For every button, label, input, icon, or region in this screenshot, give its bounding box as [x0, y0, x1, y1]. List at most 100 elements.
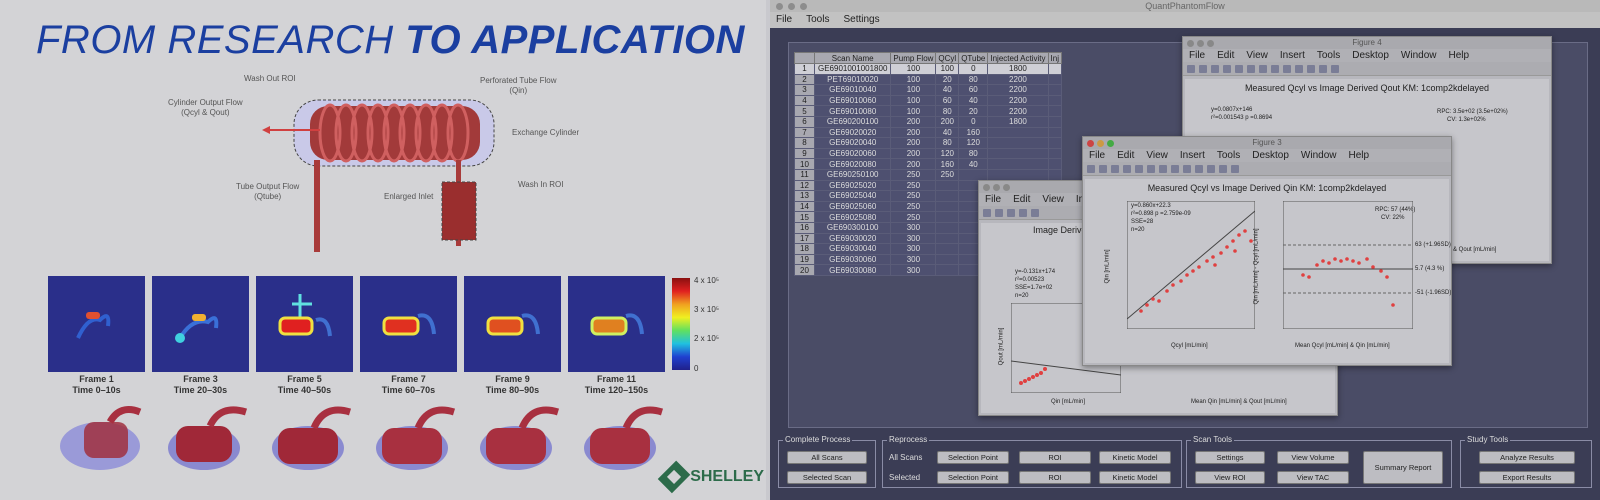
- view-roi-button[interactable]: View ROI: [1195, 471, 1265, 484]
- legend-icon[interactable]: [1231, 164, 1239, 173]
- table-cell[interactable]: [935, 200, 960, 213]
- table-cell[interactable]: PET69010020: [813, 73, 892, 86]
- table-cell[interactable]: 120: [935, 147, 960, 160]
- table-cell[interactable]: GE69020060: [813, 147, 892, 160]
- reprocess-all-roi-button[interactable]: ROI: [1019, 451, 1091, 464]
- fig4-menu-item[interactable]: File: [1189, 49, 1205, 62]
- zoom-out-icon[interactable]: [1159, 164, 1167, 173]
- menu-settings[interactable]: Settings: [843, 12, 879, 28]
- pan-icon[interactable]: [1271, 64, 1279, 73]
- table-cell[interactable]: GE69030060: [813, 253, 892, 266]
- table-cell[interactable]: 2200: [987, 84, 1049, 96]
- row-number[interactable]: 16: [794, 221, 815, 234]
- reprocess-selected-selection-point-button[interactable]: Selection Point: [937, 471, 1009, 484]
- row-number[interactable]: 15: [794, 211, 815, 223]
- fig4-menu-item[interactable]: Window: [1401, 49, 1437, 62]
- row-number[interactable]: 6: [794, 115, 815, 128]
- table-cell[interactable]: 1800: [987, 115, 1049, 128]
- fig3-menu-item[interactable]: Tools: [1217, 149, 1240, 162]
- row-number[interactable]: 17: [794, 232, 815, 245]
- fig2-maximize-button[interactable]: [1003, 184, 1010, 191]
- table-row[interactable]: 4 GE69010060 100 60 40 2200: [794, 94, 1062, 107]
- table-cell[interactable]: 80: [935, 137, 960, 149]
- table-cell[interactable]: 100: [890, 73, 937, 86]
- table-cell[interactable]: [1047, 115, 1062, 128]
- column-header[interactable]: QCyl: [935, 52, 960, 64]
- table-cell[interactable]: 200: [890, 158, 937, 170]
- row-number[interactable]: 13: [794, 190, 815, 202]
- table-cell[interactable]: 2200: [987, 94, 1049, 107]
- row-number[interactable]: 4: [794, 94, 815, 107]
- colorbar-icon[interactable]: [1219, 164, 1227, 173]
- settings-button[interactable]: Settings: [1195, 451, 1265, 464]
- minimize-button[interactable]: [788, 3, 795, 10]
- row-number[interactable]: 9: [794, 147, 815, 160]
- table-row[interactable]: 2 PET69010020 100 20 80 2200: [794, 73, 1062, 86]
- zoom-out-icon[interactable]: [1259, 64, 1267, 73]
- zoom-in-icon[interactable]: [1147, 164, 1155, 173]
- table-row[interactable]: 6 GE690200100 200 200 0 1800: [794, 115, 1062, 128]
- table-cell[interactable]: [1047, 126, 1062, 139]
- table-cell[interactable]: GE69010060: [813, 94, 892, 107]
- row-number[interactable]: 11: [794, 168, 815, 181]
- table-cell[interactable]: 200: [890, 147, 937, 160]
- open-icon[interactable]: [1199, 64, 1207, 73]
- table-row[interactable]: 7 GE69020020 200 40 160: [794, 126, 1062, 139]
- colorbar-icon[interactable]: [1319, 64, 1327, 73]
- reprocess-all-selection-point-button[interactable]: Selection Point: [937, 451, 1009, 464]
- row-number[interactable]: 5: [794, 105, 815, 117]
- column-header[interactable]: Injected Activity: [987, 52, 1049, 64]
- table-cell[interactable]: 250: [890, 211, 937, 223]
- table-cell[interactable]: GE69030040: [813, 243, 892, 255]
- table-cell[interactable]: [935, 232, 960, 245]
- fig4-menu-item[interactable]: Help: [1449, 49, 1470, 62]
- table-cell[interactable]: 0: [958, 63, 989, 75]
- save-icon[interactable]: [1211, 64, 1219, 73]
- fig3-maximize-button[interactable]: [1107, 140, 1114, 147]
- column-header[interactable]: Scan Name: [813, 52, 892, 64]
- fig2-minimize-button[interactable]: [993, 184, 1000, 191]
- table-cell[interactable]: [987, 147, 1049, 160]
- table-cell[interactable]: GE69020080: [813, 158, 892, 170]
- fig4-menu-item[interactable]: Tools: [1317, 49, 1340, 62]
- maximize-button[interactable]: [800, 3, 807, 10]
- row-number[interactable]: 12: [794, 179, 815, 192]
- row-number[interactable]: 10: [794, 158, 815, 170]
- row-number[interactable]: 3: [794, 84, 815, 96]
- fig3-menu-item[interactable]: Insert: [1180, 149, 1205, 162]
- table-cell[interactable]: 300: [890, 253, 937, 266]
- rotate-icon[interactable]: [1283, 64, 1291, 73]
- row-number[interactable]: 19: [794, 253, 815, 266]
- table-cell[interactable]: 40: [958, 94, 989, 107]
- table-cell[interactable]: 200: [890, 137, 937, 149]
- table-cell[interactable]: 20: [935, 73, 960, 86]
- export-results-button[interactable]: Export Results: [1479, 471, 1575, 484]
- figure-3-window[interactable]: Figure 3 File Edit View Insert Tools Desktop W…: [1082, 136, 1452, 366]
- table-cell[interactable]: GE69025020: [813, 179, 892, 192]
- print-icon[interactable]: [1223, 64, 1231, 73]
- table-row[interactable]: 8 GE69020040 200 80 120: [794, 137, 1062, 149]
- view-tac-button[interactable]: View TAC: [1277, 471, 1349, 484]
- fig4-menu-item[interactable]: Edit: [1217, 49, 1234, 62]
- fig4-menu-item[interactable]: View: [1246, 49, 1268, 62]
- pan-icon[interactable]: [1171, 164, 1179, 173]
- table-cell[interactable]: 60: [958, 84, 989, 96]
- row-number[interactable]: 20: [794, 264, 815, 276]
- table-cell[interactable]: 300: [890, 243, 937, 255]
- rotate-icon[interactable]: [1183, 164, 1191, 173]
- fig3-menu-item[interactable]: Edit: [1117, 149, 1134, 162]
- table-cell[interactable]: 20: [958, 105, 989, 117]
- analyze-results-button[interactable]: Analyze Results: [1479, 451, 1575, 464]
- row-number[interactable]: 8: [794, 137, 815, 149]
- brush-icon[interactable]: [1207, 164, 1215, 173]
- table-cell[interactable]: 200: [890, 126, 937, 139]
- legend-icon[interactable]: [1331, 64, 1339, 73]
- table-cell[interactable]: 250: [890, 190, 937, 202]
- table-cell[interactable]: [935, 253, 960, 266]
- table-cell[interactable]: GE690300100: [813, 221, 892, 234]
- print-icon[interactable]: [1019, 208, 1027, 217]
- table-cell[interactable]: 0: [958, 115, 989, 128]
- open-icon[interactable]: [995, 208, 1003, 217]
- table-cell[interactable]: GE69020020: [813, 126, 892, 139]
- print-icon[interactable]: [1123, 164, 1131, 173]
